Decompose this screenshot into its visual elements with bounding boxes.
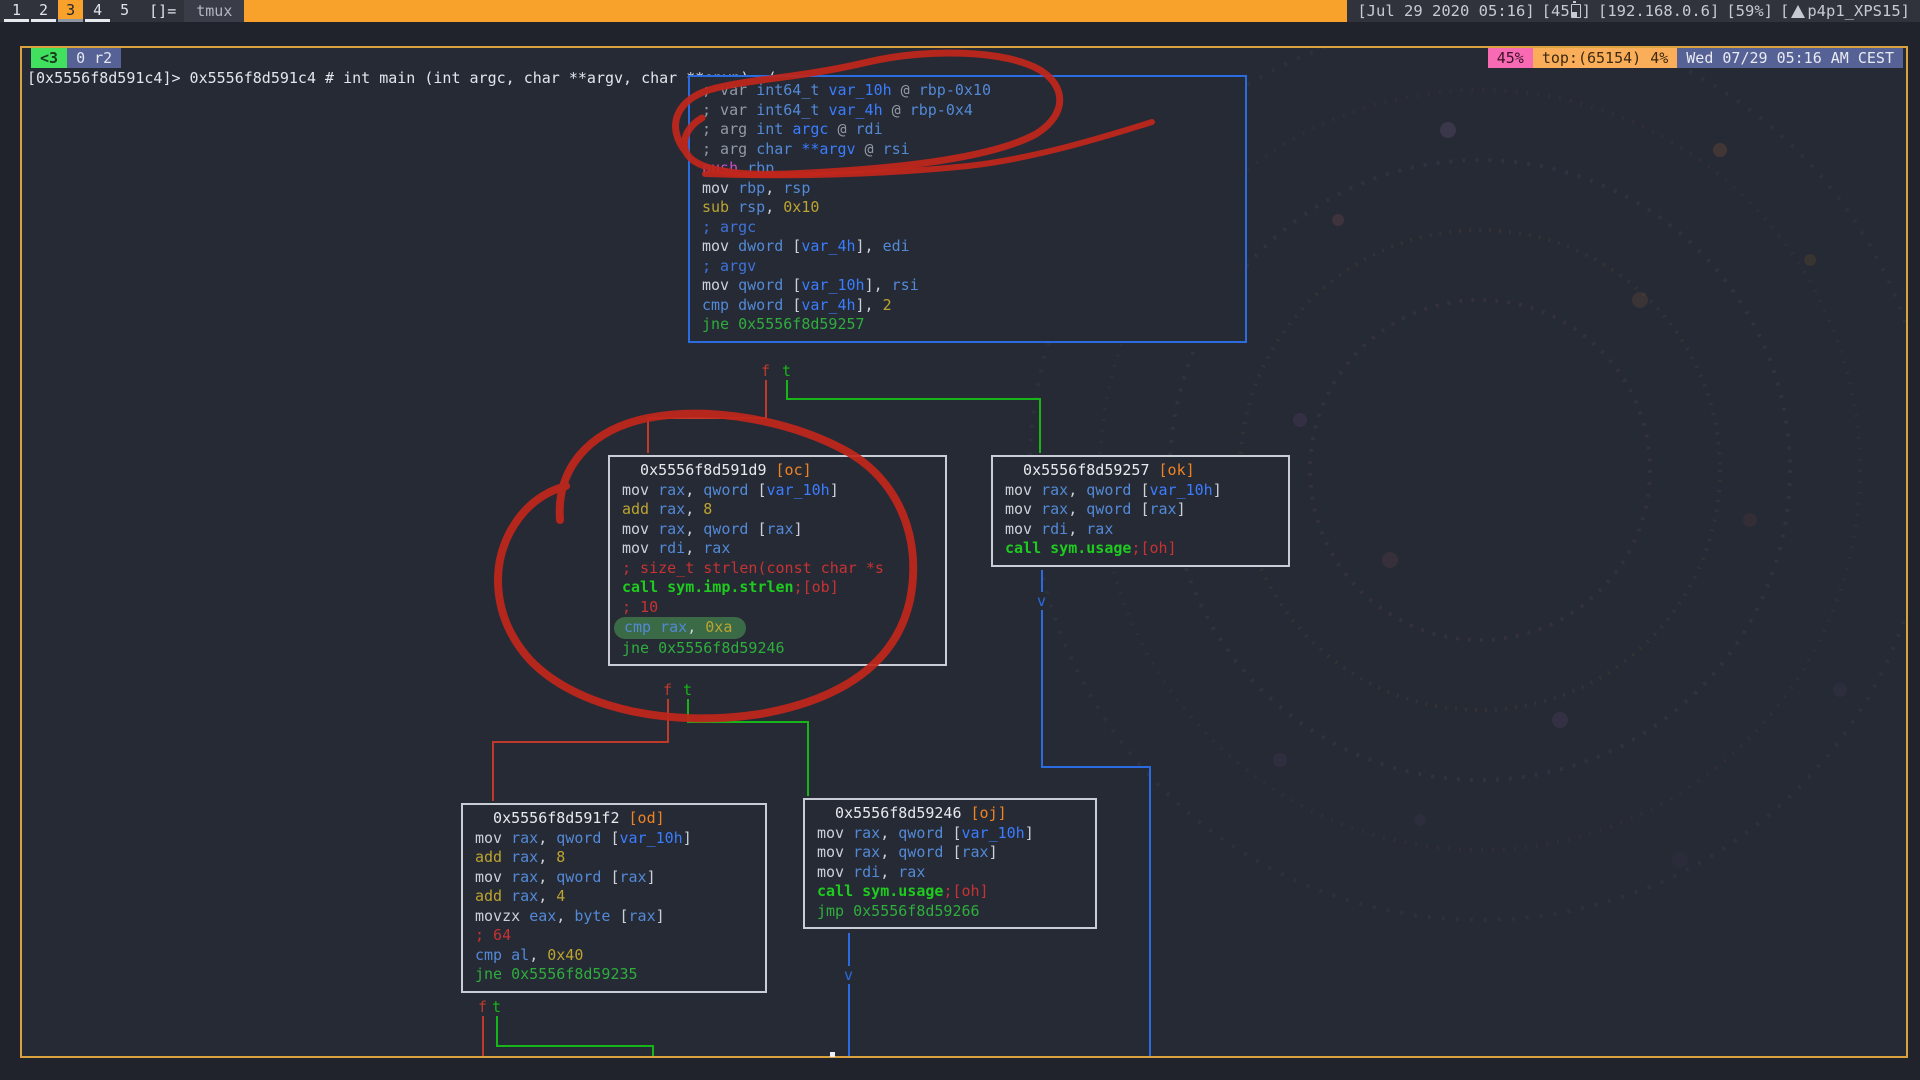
- asm-line: sub rsp, 0x10: [702, 198, 1241, 218]
- asm-line: mov rax, qword [var_10h]: [475, 829, 761, 849]
- asm-line: add rax, 4: [475, 887, 761, 907]
- asm-line: ; argv: [702, 257, 1241, 277]
- asm-line: mov rax, qword [var_10h]: [817, 824, 1091, 844]
- asm-line: ; 64: [475, 926, 761, 946]
- asm-line: add rax, 8: [622, 500, 941, 520]
- basic-block-entry[interactable]: ; var int64_t var_10h @ rbp-0x10; var in…: [688, 75, 1247, 343]
- basic-block-oc[interactable]: 0x5556f8d591d9 [oc]mov rax, qword [var_1…: [608, 455, 947, 666]
- asm-line: jne 0x5556f8d59246: [622, 639, 941, 659]
- asm-line: 0x5556f8d591f2 [od]: [475, 809, 761, 829]
- asm-line: mov rbp, rsp: [702, 179, 1241, 199]
- asm-line: mov rdi, rax: [622, 539, 941, 559]
- asm-line: jne 0x5556f8d59257: [702, 315, 1241, 335]
- asm-line: add rax, 8: [475, 848, 761, 868]
- asm-line: mov rax, qword [rax]: [622, 520, 941, 540]
- asm-line: call sym.imp.strlen;[ob]: [622, 578, 941, 598]
- asm-line: jne 0x5556f8d59235: [475, 965, 761, 985]
- asm-line: ; arg int argc @ rdi: [702, 120, 1241, 140]
- asm-line: mov rax, qword [rax]: [817, 843, 1091, 863]
- asm-line: call sym.usage;[oh]: [1005, 539, 1284, 559]
- asm-line: ; var int64_t var_10h @ rbp-0x10: [702, 81, 1241, 101]
- asm-line: call sym.usage;[oh]: [817, 882, 1091, 902]
- graph-canvas[interactable]: ; var int64_t var_10h @ rbp-0x10; var in…: [0, 0, 1920, 1080]
- asm-line: 0x5556f8d591d9 [oc]: [622, 461, 941, 481]
- screen: 1 2 3 4 5 []= tmux [Jul 29 2020 05:16] […: [0, 0, 1920, 1080]
- asm-line: cmp rax, 0xa: [614, 617, 746, 639]
- asm-line: ; var int64_t var_4h @ rbp-0x4: [702, 101, 1241, 121]
- asm-line: cmp dword [var_4h], 2: [702, 296, 1241, 316]
- basic-block-od[interactable]: 0x5556f8d591f2 [od]mov rax, qword [var_1…: [461, 803, 767, 993]
- asm-line: movzx eax, byte [rax]: [475, 907, 761, 927]
- asm-line: mov rdi, rax: [1005, 520, 1284, 540]
- asm-line: ; arg char **argv @ rsi: [702, 140, 1241, 160]
- basic-block-ok[interactable]: 0x5556f8d59257 [ok]mov rax, qword [var_1…: [991, 455, 1290, 567]
- asm-line: mov qword [var_10h], rsi: [702, 276, 1241, 296]
- asm-line: jmp 0x5556f8d59266: [817, 902, 1091, 922]
- asm-line: mov rax, qword [var_10h]: [1005, 481, 1284, 501]
- asm-line: ; size_t strlen(const char *s: [622, 559, 941, 579]
- asm-line: mov rdi, rax: [817, 863, 1091, 883]
- asm-line: cmp al, 0x40: [475, 946, 761, 966]
- asm-line: 0x5556f8d59246 [oj]: [817, 804, 1091, 824]
- asm-line: mov rax, qword [rax]: [1005, 500, 1284, 520]
- asm-line: push rbp: [702, 159, 1241, 179]
- asm-line: mov rax, qword [var_10h]: [622, 481, 941, 501]
- asm-line: 0x5556f8d59257 [ok]: [1005, 461, 1284, 481]
- asm-line: mov rax, qword [rax]: [475, 868, 761, 888]
- asm-line: ; 10: [622, 598, 941, 618]
- cursor-mark: [830, 1052, 835, 1057]
- asm-line: mov dword [var_4h], edi: [702, 237, 1241, 257]
- basic-block-oj[interactable]: 0x5556f8d59246 [oj]mov rax, qword [var_1…: [803, 798, 1097, 929]
- asm-line: ; argc: [702, 218, 1241, 238]
